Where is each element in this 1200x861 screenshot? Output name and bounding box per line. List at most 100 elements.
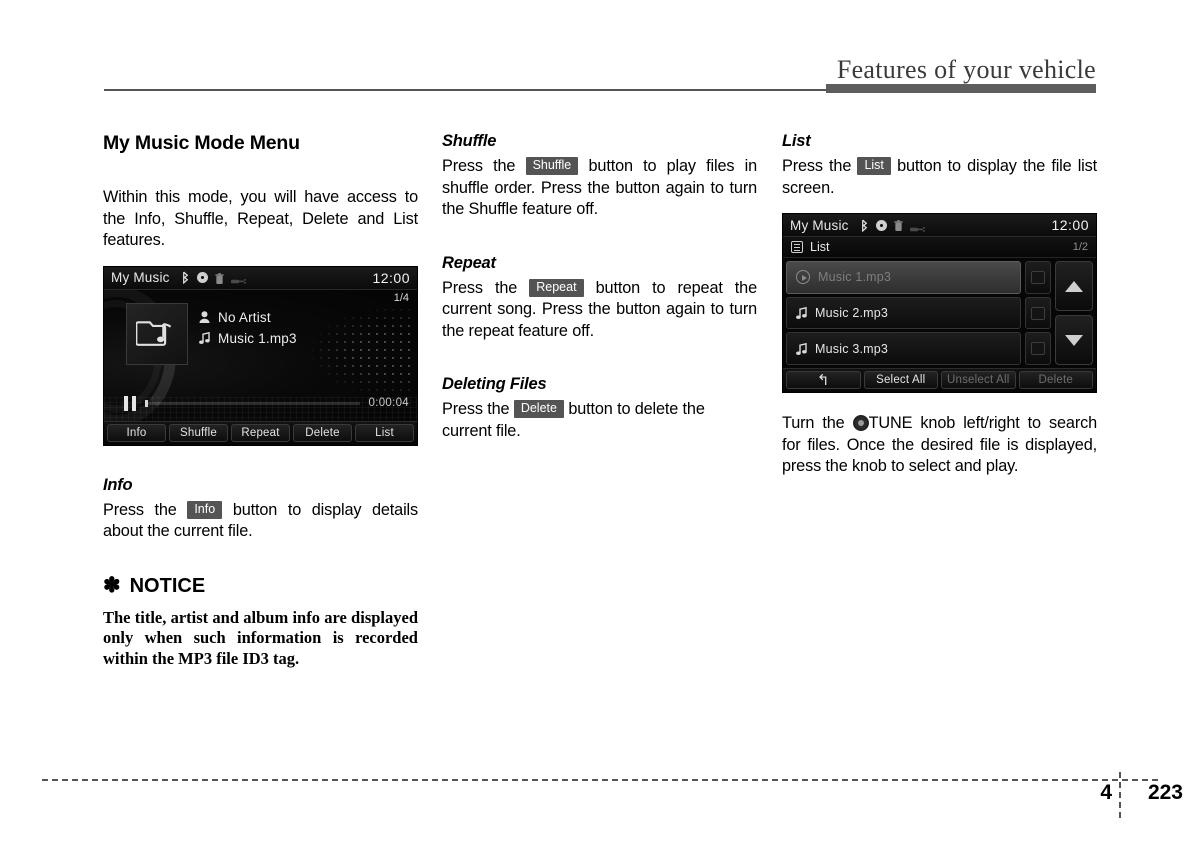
- header-rule-thin: [104, 89, 830, 91]
- paragraph-tune-knob: Turn the TUNE knob left/right to search …: [782, 413, 1097, 478]
- trash-icon: [215, 272, 224, 284]
- page-header: Features of your vehicle: [0, 0, 1200, 100]
- paragraph-deleting-files: Press the Delete button to delete the cu…: [442, 399, 757, 442]
- player-status-icons: [181, 271, 247, 285]
- unselect-all-button[interactable]: Unselect All: [941, 371, 1016, 389]
- track-metadata: No Artist Music 1.mp3: [199, 310, 297, 352]
- elapsed-time: 0:00:04: [368, 397, 409, 409]
- heading-info: Info: [103, 475, 133, 494]
- list-status-icons: [860, 219, 926, 232]
- screen-button-info[interactable]: Info: [107, 423, 166, 442]
- triangle-up-icon: [1065, 280, 1083, 292]
- track-title: Music 1.mp3: [218, 330, 297, 346]
- scroll-up-button[interactable]: [1055, 261, 1093, 311]
- inline-key-shuffle: Shuffle: [525, 157, 579, 175]
- select-all-button[interactable]: Select All: [863, 371, 938, 389]
- inline-key-delete: Delete: [513, 400, 564, 418]
- list-item[interactable]: Music 2.mp3: [786, 296, 1051, 330]
- list-sub-header: List 1/2: [783, 237, 1096, 258]
- info-text-before: Press the: [103, 500, 177, 519]
- paragraph-info: Press the Info button to display details…: [103, 500, 418, 543]
- usb-icon: [909, 221, 926, 232]
- notice-heading: ✽ NOTICE: [103, 575, 418, 598]
- asterisk-icon: ✽: [103, 574, 121, 597]
- tune-label: TUNE: [868, 414, 913, 432]
- artist-row: No Artist: [199, 310, 297, 325]
- player-screen-title: My Music: [111, 270, 170, 285]
- list-screen-title: My Music: [790, 217, 849, 233]
- delete-button[interactable]: Delete: [1018, 371, 1093, 389]
- track-row: Music 1.mp3: [199, 331, 297, 346]
- player-main-area: 1/4 No Artist Music 1.mp3 0:00:04: [104, 289, 417, 423]
- repeat-text-before: Press the: [442, 278, 518, 297]
- screen-button-delete[interactable]: Delete: [293, 423, 352, 442]
- notice-block: ✽ NOTICE The title, artist and album inf…: [103, 575, 418, 670]
- header-rule-thick: [826, 84, 1096, 93]
- list-sub-label: List: [810, 240, 830, 254]
- album-art-folder-icon: [126, 302, 188, 365]
- list-item-main[interactable]: Music 1.mp3: [786, 261, 1021, 294]
- heading-list: List: [782, 132, 811, 150]
- music-note-icon: [199, 331, 210, 344]
- screen-button-repeat[interactable]: Repeat: [231, 423, 290, 442]
- list-item-main[interactable]: Music 2.mp3: [786, 296, 1021, 330]
- list-item-label: Music 3.mp3: [815, 341, 889, 356]
- list-item-checkbox[interactable]: [1025, 261, 1051, 294]
- paragraph-list: Press the List button to display the fil…: [782, 156, 1097, 199]
- inline-key-repeat: Repeat: [529, 278, 584, 297]
- tune-knob-icon: [852, 415, 869, 431]
- bluetooth-icon: [860, 219, 869, 232]
- triangle-down-icon: [1065, 334, 1083, 346]
- list-item[interactable]: Music 1.mp3: [786, 261, 1051, 294]
- bluetooth-icon: [181, 271, 190, 285]
- player-status-bar: My Music 12:00: [104, 266, 417, 290]
- list-item[interactable]: Music 3.mp3: [786, 332, 1051, 366]
- list-body: Music 1.mp3 Music 2.mp3 Music 3.mp3: [783, 258, 1096, 368]
- list-item-label: Music 1.mp3: [818, 270, 892, 285]
- list-lines-icon: [791, 241, 803, 253]
- my-music-list-screenshot: My Music 12:00 List 1/2 Music 1.mp3 Musi…: [782, 213, 1097, 393]
- footer-page-number: 223: [1147, 781, 1183, 804]
- list-text-before: Press the: [782, 157, 852, 175]
- inline-key-list: List: [857, 157, 891, 175]
- music-note-icon: [796, 306, 807, 319]
- disc-icon: [196, 272, 208, 283]
- track-index: 1/4: [393, 291, 409, 304]
- list-item-label: Music 2.mp3: [815, 306, 889, 320]
- list-rows: Music 1.mp3 Music 2.mp3 Music 3.mp3: [786, 261, 1051, 366]
- heading-deleting-files: Deleting Files: [442, 375, 547, 393]
- list-page-indicator: 1/2: [1072, 241, 1088, 253]
- intro-paragraph: Within this mode, you will have access t…: [103, 188, 418, 249]
- heading-repeat: Repeat: [442, 253, 496, 272]
- list-item-checkbox[interactable]: [1025, 296, 1051, 330]
- list-button-bar: ↰ Select All Unselect All Delete: [783, 368, 1096, 392]
- notice-text: The title, artist and album info are dis…: [103, 607, 418, 668]
- player-clock: 12:00: [372, 269, 410, 286]
- play-icon: [796, 270, 810, 285]
- inline-key-info: Info: [187, 500, 223, 519]
- artist-name: No Artist: [218, 309, 271, 325]
- screen-button-shuffle[interactable]: Shuffle: [169, 423, 228, 442]
- list-status-bar: My Music 12:00: [783, 214, 1096, 237]
- scroll-down-button[interactable]: [1055, 315, 1093, 365]
- back-arrow-icon: ↰: [816, 371, 830, 389]
- footer-chapter-number: 4: [1100, 781, 1112, 804]
- paragraph-repeat: Press the Repeat button to repeat the cu…: [442, 278, 757, 343]
- list-clock: 12:00: [1051, 217, 1089, 233]
- list-item-checkbox[interactable]: [1025, 332, 1051, 366]
- deleting-text-before: Press the: [442, 400, 510, 418]
- notice-heading-label: NOTICE: [129, 574, 206, 597]
- back-button[interactable]: ↰: [786, 371, 861, 389]
- list-item-main[interactable]: Music 3.mp3: [786, 332, 1021, 366]
- disc-icon: [875, 219, 887, 231]
- column-left: My Music Mode Menu Within this mode, you…: [103, 132, 418, 669]
- heading-shuffle: Shuffle: [442, 132, 497, 150]
- paragraph-shuffle: Press the Shuffle button to play files i…: [442, 156, 757, 221]
- screen-button-list[interactable]: List: [355, 423, 414, 442]
- trash-icon: [894, 219, 903, 231]
- pause-icon: [124, 395, 136, 411]
- footer-rule: [42, 779, 1158, 781]
- my-music-player-screenshot: My Music 12:00 1/4 No Artist Music 1.mp3…: [103, 265, 418, 446]
- footer-separator: [1119, 772, 1121, 818]
- page-title: My Music Mode Menu: [103, 132, 300, 154]
